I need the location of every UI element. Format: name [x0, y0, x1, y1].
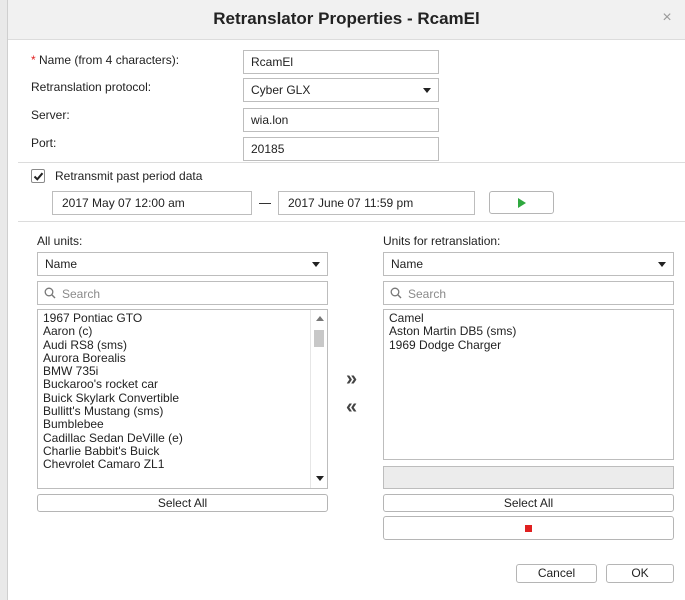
- retransmit-label: Retransmit past period data: [55, 169, 203, 183]
- list-item[interactable]: Buckaroo's rocket car: [38, 378, 327, 391]
- all-units-select-all-button[interactable]: Select All: [37, 494, 328, 512]
- scroll-down-icon[interactable]: [316, 476, 324, 481]
- server-input[interactable]: wia.lon: [243, 108, 439, 132]
- scroll-up-icon[interactable]: [316, 316, 324, 321]
- all-units-filter-select[interactable]: Name: [37, 252, 328, 276]
- title-bar: Retranslator Properties - RcamEl ×: [8, 0, 685, 40]
- list-item[interactable]: 1967 Pontiac GTO: [38, 311, 327, 325]
- server-label: Server:: [31, 108, 70, 122]
- divider: [18, 162, 685, 163]
- list-item[interactable]: Chevrolet Camaro ZL1: [38, 458, 327, 471]
- list-item[interactable]: Cadillac Sedan DeVille (e): [38, 431, 327, 445]
- remove-units-icon[interactable]: «: [346, 396, 357, 419]
- all-units-list[interactable]: 1967 Pontiac GTO Aaron (c) Audi RS8 (sms…: [37, 309, 328, 489]
- all-units-scrollbar[interactable]: [310, 310, 327, 488]
- retranslator-properties-dialog: Retranslator Properties - RcamEl × * Nam…: [0, 0, 685, 600]
- date-to-input[interactable]: 2017 June 07 11:59 pm: [278, 191, 475, 215]
- name-input[interactable]: RcamEl: [243, 50, 439, 74]
- search-icon: [44, 287, 56, 299]
- cancel-button[interactable]: Cancel: [516, 564, 597, 583]
- all-units-search-placeholder: Search: [62, 287, 101, 301]
- dialog-title: Retranslator Properties - RcamEl: [213, 9, 480, 28]
- list-item[interactable]: 1969 Dodge Charger: [384, 338, 673, 352]
- retranslation-units-filter-value: Name: [391, 257, 424, 271]
- list-item[interactable]: BMW 735i: [38, 365, 327, 378]
- scrollbar-thumb[interactable]: [314, 330, 324, 347]
- checkmark-icon: [33, 172, 44, 181]
- unit-settings-area: [383, 466, 674, 489]
- port-label: Port:: [31, 136, 57, 150]
- search-icon: [390, 287, 402, 299]
- apply-interval-button[interactable]: [489, 191, 554, 214]
- all-units-list-items: 1967 Pontiac GTO Aaron (c) Audi RS8 (sms…: [38, 310, 327, 472]
- name-label-text: Name (from 4 characters):: [35, 53, 180, 67]
- retranslation-units-heading: Units for retranslation:: [383, 234, 501, 248]
- protocol-select-value: Cyber GLX: [251, 83, 311, 97]
- retranslation-units-list-items: Camel Aston Martin DB5 (sms) 1969 Dodge …: [384, 310, 673, 352]
- name-label: * Name (from 4 characters):: [31, 53, 179, 67]
- retranslation-units-list[interactable]: Camel Aston Martin DB5 (sms) 1969 Dodge …: [383, 309, 674, 460]
- port-input[interactable]: 20185: [243, 137, 439, 161]
- all-units-search-input[interactable]: Search: [37, 281, 328, 305]
- add-units-icon[interactable]: »: [346, 368, 357, 391]
- close-icon[interactable]: ×: [659, 10, 675, 26]
- play-icon: [518, 198, 526, 208]
- list-item[interactable]: Bumblebee: [38, 418, 327, 431]
- list-item[interactable]: Bullitt's Mustang (sms): [38, 404, 327, 418]
- all-units-filter-value: Name: [45, 257, 78, 271]
- list-item[interactable]: Audi RS8 (sms): [38, 338, 327, 352]
- chevron-down-icon: [312, 262, 320, 267]
- list-item[interactable]: Buick Skylark Convertible: [38, 391, 327, 405]
- divider: [18, 221, 685, 222]
- stop-button[interactable]: [383, 516, 674, 540]
- all-units-heading: All units:: [37, 234, 83, 248]
- list-item[interactable]: Aaron (c): [38, 325, 327, 338]
- stop-icon: [525, 525, 532, 532]
- window-left-border: [0, 0, 8, 600]
- list-item[interactable]: Charlie Babbit's Buick: [38, 444, 327, 458]
- retransmit-checkbox[interactable]: [31, 169, 45, 183]
- protocol-select[interactable]: Cyber GLX: [243, 78, 439, 102]
- chevron-down-icon: [658, 262, 666, 267]
- protocol-label: Retranslation protocol:: [31, 80, 152, 94]
- retranslation-units-search-input[interactable]: Search: [383, 281, 674, 305]
- date-range-separator: [259, 203, 271, 204]
- retranslation-units-filter-select[interactable]: Name: [383, 252, 674, 276]
- list-item[interactable]: Aurora Borealis: [38, 351, 327, 365]
- list-item[interactable]: Camel: [384, 311, 673, 325]
- list-item[interactable]: Aston Martin DB5 (sms): [384, 325, 673, 338]
- retranslation-units-select-all-button[interactable]: Select All: [383, 494, 674, 512]
- ok-button[interactable]: OK: [606, 564, 674, 583]
- retranslation-units-search-placeholder: Search: [408, 287, 447, 301]
- chevron-down-icon: [423, 88, 431, 93]
- date-from-input[interactable]: 2017 May 07 12:00 am: [52, 191, 252, 215]
